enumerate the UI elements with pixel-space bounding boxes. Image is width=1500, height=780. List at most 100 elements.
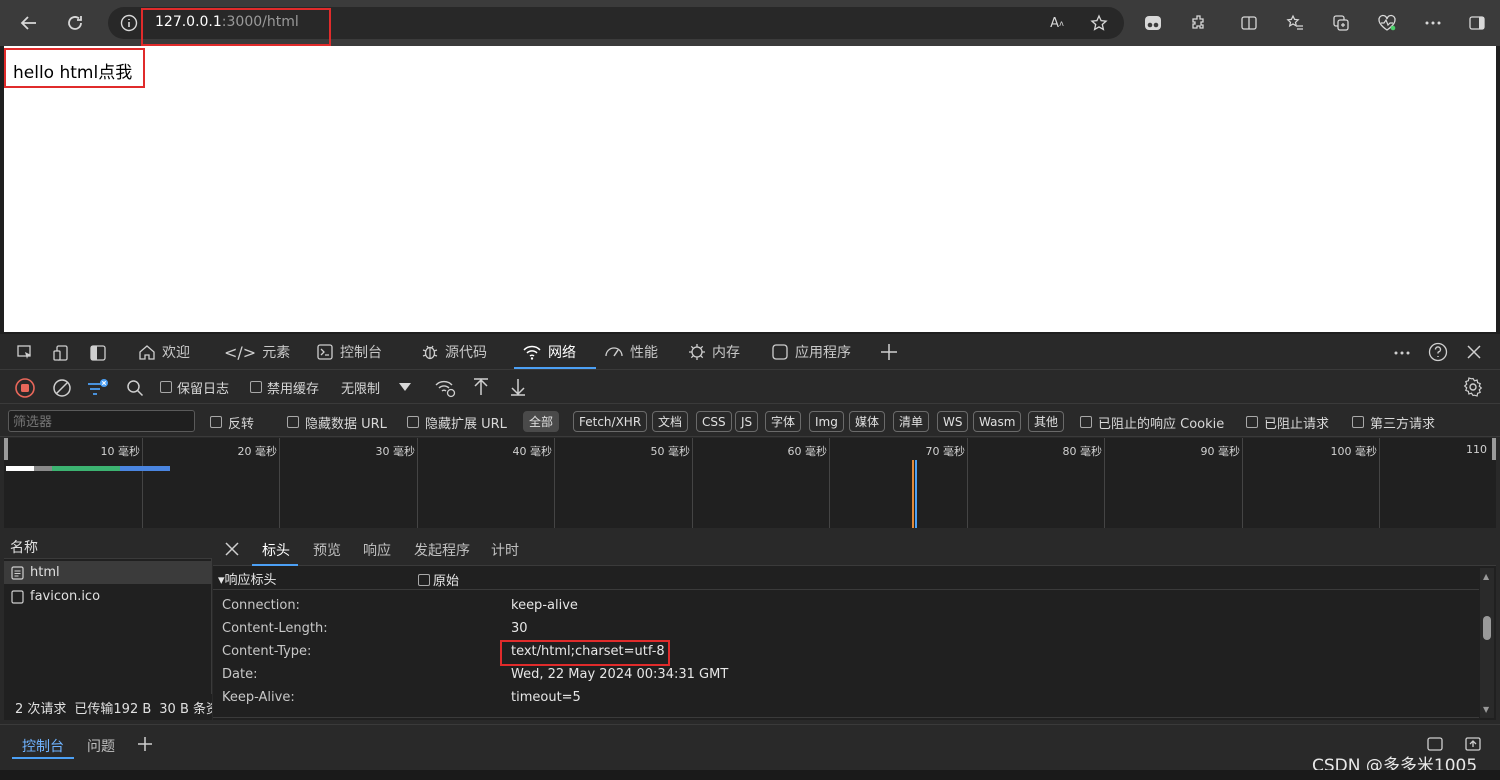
request-row-favicon[interactable]: favicon.ico [4, 585, 212, 608]
filter-chip-doc[interactable]: 文档 [652, 411, 689, 432]
details-scrollbar[interactable] [1480, 568, 1494, 718]
third-party-checkbox[interactable]: 第三方请求 [1352, 412, 1435, 432]
checkbox-box[interactable] [210, 416, 222, 428]
filter-chip-fetch-xhr[interactable]: Fetch/XHR [573, 411, 648, 432]
favorites-list-icon[interactable] [1280, 8, 1310, 38]
devtools-more-icon[interactable] [1393, 344, 1411, 362]
read-aloud-icon[interactable]: Aʌ [1042, 8, 1072, 38]
reload-icon[interactable] [60, 8, 90, 38]
filter-chip-img[interactable]: Img [809, 411, 844, 432]
details-tab-headers[interactable]: 标头 [262, 540, 290, 560]
tab-performance[interactable]: 性能 [604, 334, 658, 370]
checkbox-box[interactable] [287, 416, 299, 428]
details-tab-response[interactable]: 响应 [363, 540, 391, 560]
timeline-left-handle[interactable] [4, 438, 8, 460]
dock-panel-icon[interactable] [89, 344, 107, 362]
network-settings-gear-icon[interactable] [1463, 377, 1483, 397]
scroll-down-arrow-icon[interactable]: ▼ [1483, 705, 1489, 714]
timeline-gridline [1379, 438, 1380, 528]
filter-toggle-icon[interactable] [86, 378, 110, 398]
tab-sources[interactable]: 源代码 [421, 334, 487, 370]
close-devtools-icon[interactable] [1466, 344, 1482, 360]
timeline-right-handle[interactable] [1492, 438, 1496, 460]
tab-network[interactable]: 网络 [522, 334, 576, 370]
add-tab-plus-icon[interactable] [880, 343, 898, 361]
close-details-icon[interactable] [224, 541, 240, 557]
checkbox-box[interactable] [1246, 416, 1258, 428]
network-status-bar: 2 次请求 已传输192 B 30 B 条资 [4, 694, 212, 720]
blocked-requests-checkbox[interactable]: 已阻止请求 [1246, 412, 1329, 432]
drawer-tab-issues[interactable]: 问题 [87, 736, 115, 756]
device-emulation-icon[interactable] [52, 344, 70, 362]
raw-checkbox[interactable]: 原始 [418, 570, 459, 589]
drawer-tab-console[interactable]: 控制台 [22, 736, 64, 756]
timeline-gridline [967, 438, 968, 528]
profile-glasses-icon[interactable] [1138, 8, 1168, 38]
search-icon[interactable] [126, 379, 144, 397]
filter-chip-font[interactable]: 字体 [765, 411, 802, 432]
tab-console[interactable]: 控制台 [316, 334, 382, 370]
site-info-icon[interactable] [120, 14, 138, 32]
disable-cache-checkbox[interactable]: 禁用缓存 [250, 377, 319, 397]
column-header-name[interactable]: 名称 [10, 537, 38, 557]
timeline-gridline [1104, 438, 1105, 528]
details-tab-preview[interactable]: 预览 [313, 540, 341, 560]
sidebar-toggle-icon[interactable] [1462, 8, 1492, 38]
export-har-icon[interactable] [509, 377, 527, 397]
response-headers-section-title[interactable]: ▾响应标头 [218, 569, 277, 588]
details-scrollbar-thumb[interactable] [1483, 616, 1491, 640]
header-value: Wed, 22 May 2024 00:34:31 GMT [511, 667, 729, 682]
checkbox-box[interactable] [418, 573, 430, 586]
filter-chip-manifest[interactable]: 清单 [893, 411, 930, 432]
hide-ext-url-checkbox[interactable]: 隐藏扩展 URL [407, 412, 507, 432]
tab-memory[interactable]: 内存 [688, 334, 740, 370]
tab-application[interactable]: 应用程序 [771, 334, 851, 370]
preserve-log-checkbox[interactable]: 保留日志 [160, 377, 229, 397]
hide-data-url-checkbox[interactable]: 隐藏数据 URL [287, 412, 387, 432]
checkbox-box[interactable] [250, 381, 262, 393]
network-conditions-icon[interactable] [434, 378, 456, 398]
drawer-expand-icon[interactable] [1464, 736, 1482, 752]
collections-icon[interactable] [1326, 8, 1356, 38]
checkbox-box[interactable] [1352, 416, 1364, 428]
drawer-add-plus-icon[interactable] [137, 736, 153, 752]
record-stop-icon[interactable] [14, 377, 36, 399]
blocked-cookies-checkbox[interactable]: 已阻止的响应 Cookie [1080, 412, 1224, 432]
filter-chip-css[interactable]: CSS [696, 411, 732, 432]
health-heart-icon[interactable] [1372, 8, 1402, 38]
tab-elements[interactable]: </> 元素 [224, 334, 290, 370]
import-har-icon[interactable] [472, 377, 490, 397]
filter-chip-wasm[interactable]: Wasm [973, 411, 1022, 432]
scroll-up-arrow-icon[interactable]: ▲ [1483, 572, 1489, 581]
timeline-gridline [692, 438, 693, 528]
checkbox-box[interactable] [1080, 416, 1092, 428]
checkbox-box[interactable] [407, 416, 419, 428]
filter-chip-other[interactable]: 其他 [1028, 411, 1065, 432]
tab-welcome[interactable]: 欢迎 [138, 334, 190, 370]
active-tab-indicator [514, 367, 596, 369]
timeline-gridline [142, 438, 143, 528]
filter-chip-ws[interactable]: WS [937, 411, 969, 432]
throttling-select[interactable]: 无限制 [341, 377, 412, 397]
invert-checkbox[interactable]: 反转 [210, 412, 254, 432]
split-screen-icon[interactable] [1234, 8, 1264, 38]
extensions-icon[interactable] [1184, 8, 1214, 38]
filter-input[interactable] [8, 410, 195, 432]
favorite-star-icon[interactable] [1084, 8, 1114, 38]
checkbox-box[interactable] [160, 381, 172, 393]
filter-chip-all[interactable]: 全部 [523, 411, 560, 432]
details-tab-initiator[interactable]: 发起程序 [414, 540, 470, 560]
hide-data-url-label: 隐藏数据 URL [305, 416, 387, 432]
details-tab-timing[interactable]: 计时 [491, 540, 519, 560]
filter-chip-media[interactable]: 媒体 [849, 411, 886, 432]
more-menu-icon[interactable] [1418, 8, 1448, 38]
timeline-tick-label: 70 毫秒 [925, 445, 966, 458]
inspect-element-icon[interactable] [16, 344, 34, 362]
request-row-html[interactable]: html [4, 561, 212, 584]
filter-chip-js[interactable]: JS [735, 411, 759, 432]
drawer-dock-icon[interactable] [1426, 736, 1444, 752]
header-name: Content-Length: [222, 621, 328, 636]
clear-icon[interactable] [52, 378, 72, 398]
help-icon[interactable] [1428, 342, 1448, 362]
back-arrow-icon[interactable] [14, 8, 44, 38]
